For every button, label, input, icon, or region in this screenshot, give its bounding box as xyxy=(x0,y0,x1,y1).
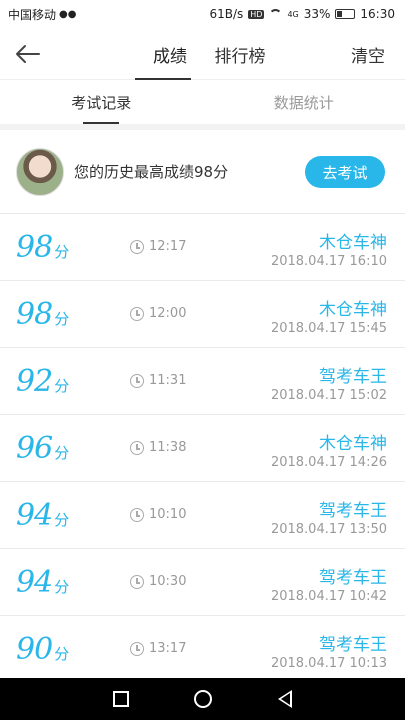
subtab-statistics[interactable]: 数据统计 xyxy=(203,80,405,124)
score: 92 分 xyxy=(16,364,69,399)
record-row[interactable]: 98 分 12:00 木仓车神 2018.04.17 15:45 xyxy=(0,281,405,348)
rank-title: 木仓车神 xyxy=(319,233,387,253)
score-unit: 分 xyxy=(54,377,70,395)
battery-icon xyxy=(335,9,356,19)
clock-icon xyxy=(130,307,144,321)
exam-date: 2018.04.17 16:10 xyxy=(270,254,387,269)
score-value: 96 xyxy=(16,431,53,466)
network-speed: 61B/s xyxy=(209,7,244,21)
clock-icon xyxy=(130,441,144,455)
duration: 10:30 xyxy=(149,574,187,589)
duration: 13:17 xyxy=(149,641,187,656)
exam-date: 2018.04.17 14:26 xyxy=(270,455,387,470)
subtabs: 考试记录 数据统计 xyxy=(0,80,405,130)
score: 98 分 xyxy=(16,297,69,332)
record-row[interactable]: 98 分 12:17 木仓车神 2018.04.17 16:10 xyxy=(0,214,405,281)
clock-icon xyxy=(130,374,144,388)
duration: 12:00 xyxy=(149,306,187,321)
exam-date: 2018.04.17 10:13 xyxy=(270,656,387,671)
carrier-label: 中国移动 xyxy=(8,7,57,22)
score: 90 分 xyxy=(16,632,69,667)
duration: 12:17 xyxy=(149,239,187,254)
clock-icon xyxy=(130,575,144,589)
back-button[interactable] xyxy=(14,38,54,70)
clock-time: 16:30 xyxy=(360,7,395,21)
home-icon[interactable] xyxy=(194,690,213,708)
score: 98 分 xyxy=(16,230,69,265)
score-value: 90 xyxy=(16,632,53,667)
records-list: 98 分 12:17 木仓车神 2018.04.17 16:10 98 分 12:00 木仓车神… xyxy=(0,214,405,683)
score: 96 分 xyxy=(16,431,69,466)
arrow-left-icon xyxy=(16,45,40,63)
back-triangle-icon[interactable] xyxy=(278,690,293,708)
score-value: 98 xyxy=(16,230,53,265)
rank-title: 驾考车王 xyxy=(319,501,387,521)
exam-date: 2018.04.17 15:45 xyxy=(270,321,387,336)
record-row[interactable]: 94 分 10:30 驾考车王 2018.04.17 10:42 xyxy=(0,549,405,616)
score-value: 98 xyxy=(16,297,53,332)
score-value: 94 xyxy=(16,565,53,600)
rank-title: 木仓车神 xyxy=(319,300,387,320)
header-tabs: 成绩 排行榜 xyxy=(135,28,275,80)
wechat-icon: ●● xyxy=(59,8,77,20)
network-type: 4G xyxy=(287,9,299,19)
clock-icon xyxy=(130,508,144,522)
hd-icon: HD xyxy=(248,9,265,19)
exam-date: 2018.04.17 10:42 xyxy=(270,589,387,604)
record-row[interactable]: 90 分 13:17 驾考车王 2018.04.17 10:13 xyxy=(0,616,405,683)
wifi-icon xyxy=(269,9,283,19)
score-unit: 分 xyxy=(54,511,70,529)
recents-icon[interactable] xyxy=(112,691,129,707)
score-value: 94 xyxy=(16,498,53,533)
best-score-row: 您的历史最高成绩98分 去考试 xyxy=(0,130,405,214)
clock-icon xyxy=(130,240,144,254)
system-nav-bar xyxy=(0,678,405,720)
score-unit: 分 xyxy=(54,243,70,261)
exam-date: 2018.04.17 15:02 xyxy=(270,388,387,403)
rank-title: 驾考车王 xyxy=(319,635,387,655)
record-row[interactable]: 92 分 11:31 驾考车王 2018.04.17 15:02 xyxy=(0,348,405,415)
score-unit: 分 xyxy=(54,645,70,663)
header: 成绩 排行榜 清空 xyxy=(0,28,405,80)
duration: 10:10 xyxy=(149,507,187,522)
record-row[interactable]: 96 分 11:38 木仓车神 2018.04.17 14:26 xyxy=(0,415,405,482)
battery-percent: 33% xyxy=(303,7,331,21)
clear-button[interactable]: 清空 xyxy=(351,42,385,67)
status-bar: 中国移动 ●● 61B/s HD 4G 33% 16:30 xyxy=(0,0,405,28)
subtab-exam-records[interactable]: 考试记录 xyxy=(0,80,203,124)
record-row[interactable]: 94 分 10:10 驾考车王 2018.04.17 13:50 xyxy=(0,482,405,549)
duration: 11:38 xyxy=(149,440,187,455)
tab-scores[interactable]: 成绩 xyxy=(135,28,205,80)
best-score-text: 您的历史最高成绩98分 xyxy=(74,163,229,181)
score: 94 分 xyxy=(16,565,69,600)
exam-date: 2018.04.17 13:50 xyxy=(270,522,387,537)
clock-icon xyxy=(130,642,144,656)
avatar xyxy=(16,147,64,196)
rank-title: 驾考车王 xyxy=(319,367,387,387)
score: 94 分 xyxy=(16,498,69,533)
take-exam-button[interactable]: 去考试 xyxy=(305,156,385,188)
rank-title: 驾考车王 xyxy=(319,568,387,588)
score-unit: 分 xyxy=(54,310,70,328)
duration: 11:31 xyxy=(149,373,187,388)
rank-title: 木仓车神 xyxy=(319,434,387,454)
tab-ranking[interactable]: 排行榜 xyxy=(205,28,275,80)
score-unit: 分 xyxy=(54,578,70,596)
score-value: 92 xyxy=(16,364,53,399)
score-unit: 分 xyxy=(54,444,70,462)
